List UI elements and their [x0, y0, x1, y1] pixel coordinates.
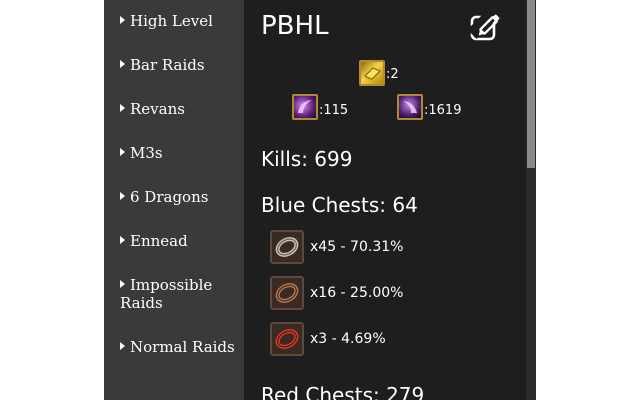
drop-rate-text: x45 - 70.31% — [310, 239, 404, 255]
gold-brick-count: :2 — [386, 67, 399, 82]
caret-right-icon — [120, 104, 125, 112]
caret-right-icon — [120, 192, 125, 200]
main-panel: PBHL :2 :115:1619 Kills: 699 Blue Chest… — [244, 0, 526, 400]
edit-icon — [467, 7, 500, 41]
bronze-ring-icon — [270, 276, 304, 310]
silver-ring-icon — [270, 230, 304, 264]
sidebar-item-label: Impossible Raids — [120, 276, 213, 312]
edit-button[interactable] — [467, 7, 502, 42]
page-title: PBHL — [261, 11, 329, 41]
sidebar-item-label: Ennead — [130, 232, 188, 250]
purple-horn-a-count: :115 — [319, 103, 349, 118]
caret-right-icon — [120, 16, 125, 24]
caret-right-icon — [120, 342, 125, 350]
sidebar-item-high-level[interactable]: High Level — [120, 12, 238, 30]
sidebar-item-ennead[interactable]: Ennead — [120, 232, 238, 250]
sidebar-item-m3s[interactable]: M3s — [120, 144, 238, 162]
gold-brick-icon — [359, 60, 385, 86]
purple-horn-b-count: :1619 — [424, 103, 462, 118]
sidebar-item-revans[interactable]: Revans — [120, 100, 238, 118]
sidebar-item-label: Bar Raids — [130, 56, 205, 74]
sidebar-item-label: M3s — [130, 144, 163, 162]
red-ring-icon — [270, 322, 304, 356]
sidebar-item-bar-raids[interactable]: Bar Raids — [120, 56, 238, 74]
app-frame: High Level Bar Raids Revans M3s 6 Dragon… — [104, 0, 536, 400]
caret-right-icon — [120, 60, 125, 68]
sidebar-item-impossible-raids[interactable]: Impossible Raids — [120, 276, 238, 312]
caret-right-icon — [120, 280, 125, 288]
scrollbar-thumb[interactable] — [527, 0, 535, 168]
red-chests-heading: Red Chests: 279 — [261, 383, 425, 400]
sidebar-item-normal-raids[interactable]: Normal Raids — [120, 338, 238, 356]
scrollbar[interactable] — [526, 0, 536, 400]
caret-right-icon — [120, 236, 125, 244]
sidebar-item-label: 6 Dragons — [130, 188, 209, 206]
sidebar-item-label: Normal Raids — [130, 338, 235, 356]
drop-rate-text: x16 - 25.00% — [310, 285, 404, 301]
blue-chests-heading: Blue Chests: 64 — [261, 193, 418, 217]
sidebar-item-label: High Level — [130, 12, 213, 30]
caret-right-icon — [120, 148, 125, 156]
kills-count: Kills: 699 — [261, 147, 353, 171]
sidebar: High Level Bar Raids Revans M3s 6 Dragon… — [104, 0, 244, 400]
drop-rate-text: x3 - 4.69% — [310, 331, 386, 347]
sidebar-item-6-dragons[interactable]: 6 Dragons — [120, 188, 238, 206]
purple-horn-icon-b — [397, 94, 423, 120]
sidebar-item-label: Revans — [130, 100, 185, 118]
purple-horn-icon-a — [292, 94, 318, 120]
